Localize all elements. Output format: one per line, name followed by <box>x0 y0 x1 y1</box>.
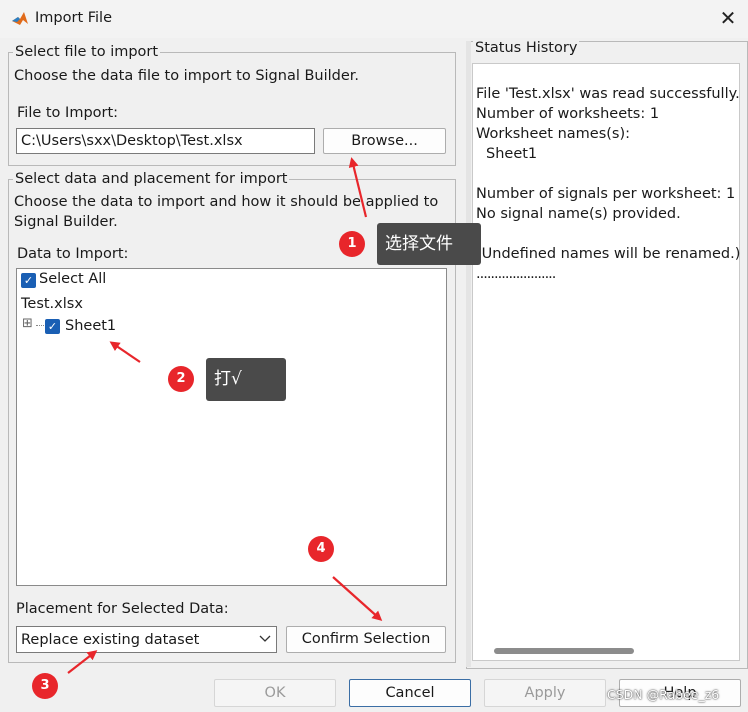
arrow-to-confirm <box>332 576 383 621</box>
step-badge-1: 1 <box>339 231 365 257</box>
step-badge-3: 3 <box>32 673 58 699</box>
step-badge-4: 4 <box>308 536 334 562</box>
step-badge-2: 2 <box>168 366 194 392</box>
tip-select-file: 选择文件 <box>377 223 481 265</box>
arrow-to-browse <box>348 157 368 218</box>
tip-check: 打√ <box>206 358 286 401</box>
arrow-to-sheet1-checkbox <box>109 341 141 363</box>
arrow-to-placement <box>67 650 98 674</box>
annotation-arrows <box>67 157 383 674</box>
